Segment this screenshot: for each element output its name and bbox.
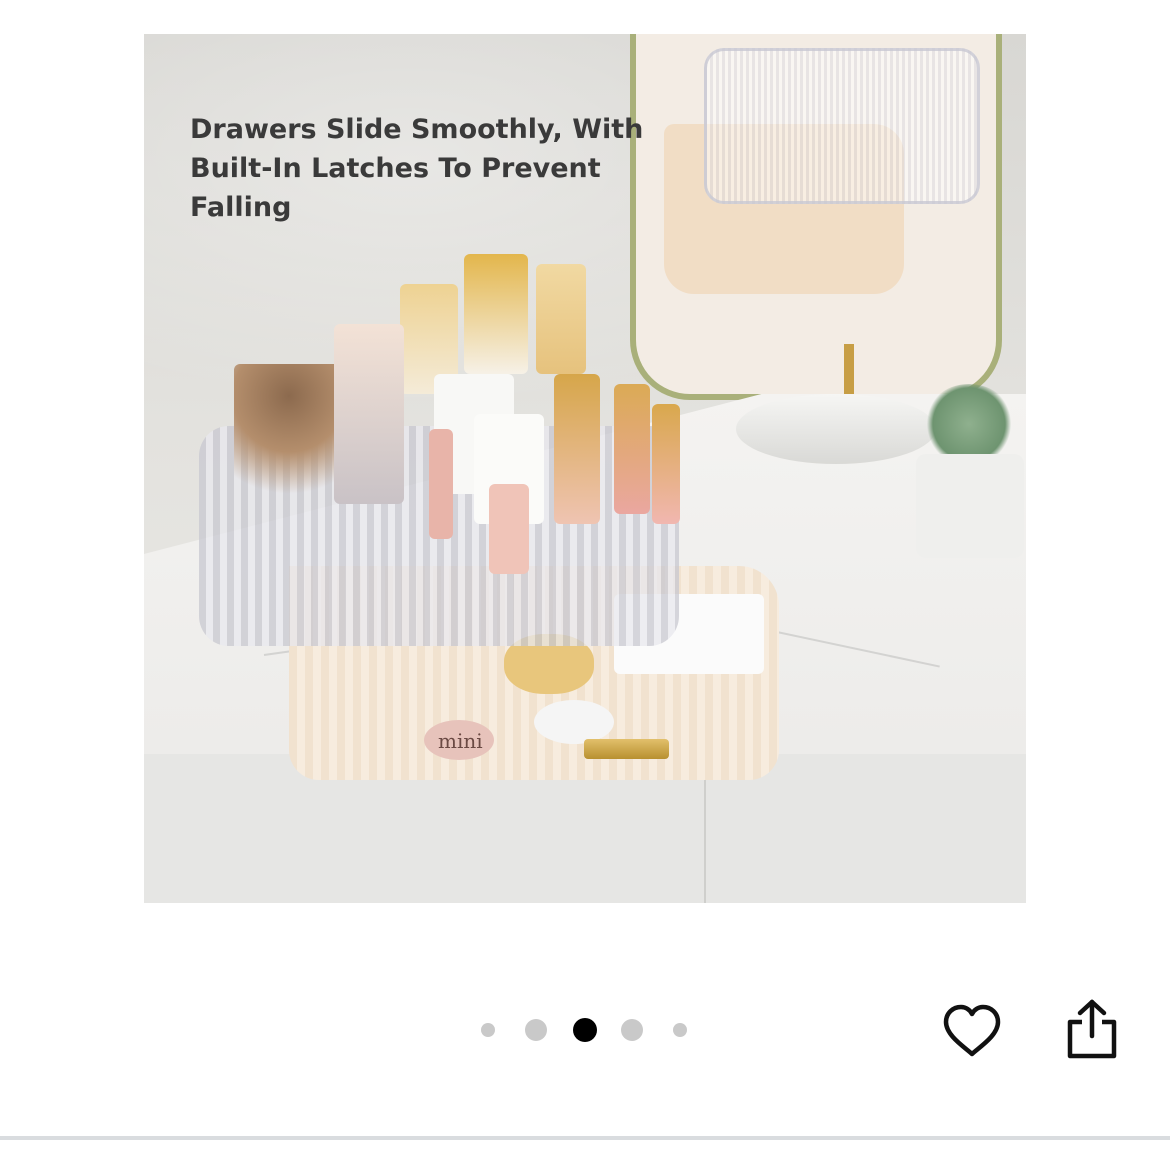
- product-image[interactable]: mini Drawers Slide Smoothly, With Built-…: [144, 34, 1026, 903]
- section-divider: [0, 1136, 1170, 1140]
- favorite-button[interactable]: [940, 1000, 1004, 1064]
- perfume-bottle: [536, 264, 586, 374]
- plant-pot: [916, 454, 1024, 558]
- carousel-dot[interactable]: [673, 1023, 687, 1037]
- lip-gloss: [614, 384, 650, 514]
- mini-jar-label: mini: [438, 729, 483, 753]
- compact: [534, 700, 614, 744]
- makeup-brushes: [334, 324, 404, 504]
- carousel-dot[interactable]: [481, 1023, 495, 1037]
- mini-jar: mini: [424, 720, 494, 760]
- carousel-dot[interactable]: [525, 1019, 547, 1041]
- carousel-indicator: [476, 1014, 696, 1046]
- share-button[interactable]: [1064, 998, 1120, 1062]
- mirror-base: [736, 394, 936, 464]
- lip-product: [489, 484, 529, 574]
- foundation-bottle: [554, 374, 600, 524]
- makeup-brushes: [234, 364, 344, 524]
- drawer-handle: [584, 739, 669, 759]
- heart-outline-icon: [943, 1004, 1001, 1057]
- mirror-lid-reflection: [704, 48, 980, 204]
- share-icon: [1067, 999, 1117, 1059]
- serum-bottle: [464, 254, 528, 374]
- carousel-dot-active[interactable]: [573, 1018, 597, 1042]
- lipstick: [429, 429, 453, 539]
- headline-caption: Drawers Slide Smoothly, With Built-In La…: [190, 114, 644, 223]
- lip-gloss: [652, 404, 680, 524]
- plant-leaves: [924, 384, 1014, 464]
- carousel-dot[interactable]: [621, 1019, 643, 1041]
